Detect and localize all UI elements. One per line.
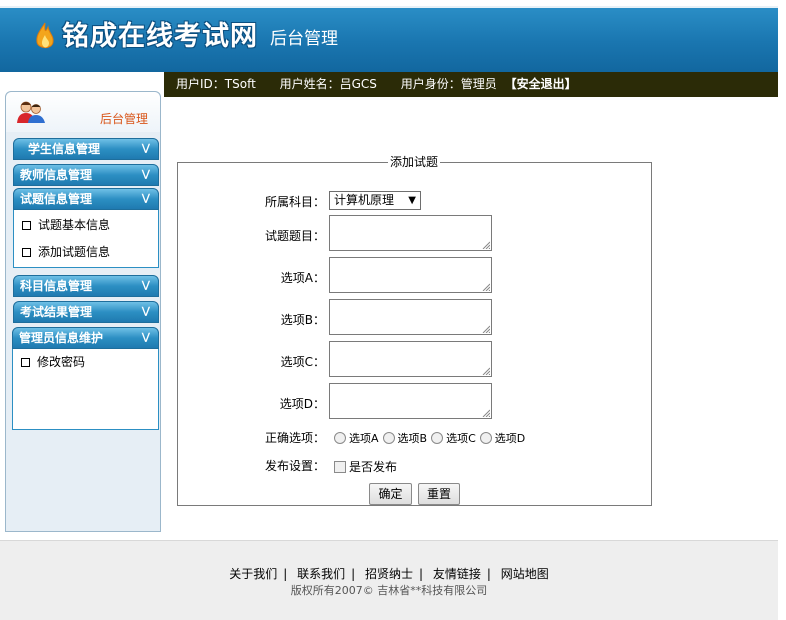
sidebar-title: 后台管理 (99, 112, 148, 126)
square-icon (22, 221, 31, 230)
menu-student: 学生信息管理 ⋁ (13, 138, 159, 160)
publish-checkbox-group: 是否发布 (334, 458, 397, 475)
question-title-textarea[interactable] (329, 215, 492, 251)
page: 铭成在线考试网 后台管理 用户ID：TSoft 用户姓名：吕GCS 用户身份：管… (0, 0, 786, 620)
menu-result: 考试结果管理 ⋁ (13, 301, 159, 323)
menu-body-admin: 修改密码 (12, 349, 159, 430)
radio-option-c[interactable] (431, 432, 444, 444)
radio-option-a[interactable] (334, 432, 346, 444)
radio-label: 选项C (446, 432, 476, 445)
menu-header-label: 管理员信息维护 (19, 331, 104, 345)
menu-header-teacher[interactable]: 教师信息管理 ⋁ (13, 164, 159, 186)
menu-item-label: 试题基本信息 (38, 218, 111, 232)
publish-checkbox-label: 是否发布 (349, 460, 398, 474)
caret-down-icon: ▼ (408, 195, 416, 206)
correct-option-label: 正确选项： (264, 431, 325, 445)
menu-body-question: 试题基本信息 添加试题信息 (13, 210, 159, 268)
radio-option-b[interactable] (382, 432, 395, 444)
footer-link-sitemap[interactable]: 网站地图 (501, 567, 549, 581)
resize-grip-icon (482, 367, 490, 375)
option-b-textarea[interactable] (329, 299, 492, 335)
subject-label: 所属科目： (264, 195, 325, 209)
menu-header-student[interactable]: 学生信息管理 ⋁ (13, 138, 159, 160)
resize-grip-icon (482, 409, 490, 417)
user-name: 用户姓名：吕GCS (279, 77, 377, 91)
chevron-down-icon: ⋁ (141, 280, 150, 291)
chevron-down-icon: ⋁ (141, 143, 150, 154)
menu-item-label: 修改密码 (37, 355, 86, 369)
chevron-down-icon: ⋁ (141, 169, 150, 180)
radio-label: 选项A (349, 432, 379, 445)
site-logo: 铭成在线考试网 后台管理 (34, 22, 338, 52)
site-subtitle: 后台管理 (270, 29, 338, 49)
option-c-label: 选项C： (280, 355, 325, 369)
sidebar-header: 后台管理 (6, 92, 160, 132)
radio-label: 选项B (397, 432, 428, 445)
footer-link-jobs[interactable]: 招贤纳士 (365, 567, 413, 581)
form-legend: 添加试题 (388, 155, 441, 169)
option-b-label: 选项B： (280, 313, 325, 327)
menu-item-question-info[interactable]: 试题基本信息 (14, 212, 158, 239)
menu-admin: 管理员信息维护 ⋁ 修改密码 (12, 327, 159, 430)
flame-icon (36, 22, 54, 49)
user-role: 用户身份：管理员 (400, 77, 497, 91)
option-c-textarea[interactable] (329, 341, 492, 377)
menu-header-subject[interactable]: 科目信息管理 ⋁ (13, 275, 159, 297)
copyright-text: 版权所有2007© 吉林省**科技有限公司 (290, 584, 488, 597)
chevron-up-icon: ⋁ (141, 332, 150, 343)
resize-grip-icon (482, 241, 490, 249)
option-d-label: 选项D： (279, 397, 325, 411)
resize-grip-icon (482, 283, 490, 291)
menu-item-add-question[interactable]: 添加试题信息 (14, 239, 158, 266)
menu-question: 试题信息管理 ⋁ 试题基本信息 添加试题信息 (13, 188, 159, 268)
menu-item-label: 添加试题信息 (38, 245, 111, 259)
user-info-bar: 用户ID：TSoft 用户姓名：吕GCS 用户身份：管理员 【安全退出】 (164, 72, 778, 97)
site-name: 铭成在线考试网 (62, 21, 258, 52)
radio-label: 选项D (494, 432, 526, 445)
menu-subject: 科目信息管理 ⋁ (13, 275, 159, 297)
chevron-up-icon: ⋁ (141, 193, 150, 204)
publish-checkbox[interactable] (334, 460, 346, 473)
reset-button[interactable]: 重置 (418, 483, 460, 505)
publish-label: 发布设置： (264, 459, 325, 473)
option-a-label: 选项A： (280, 271, 325, 285)
add-question-form: 添加试题 所属科目： 计算机原理 ▼ 试题题目： 选项A： 选项B： 选项C： … (177, 155, 652, 506)
site-footer: 关于我们 | 联系我们 | 招贤纳士 | 友情链接 | 网站地图 版权所有2007© 吉… (0, 540, 778, 620)
radio-option-d[interactable] (479, 432, 492, 444)
chevron-down-icon: ⋁ (141, 306, 150, 317)
resize-grip-icon (482, 325, 490, 333)
menu-header-admin[interactable]: 管理员信息维护 ⋁ (12, 327, 159, 349)
logout-link[interactable]: 【安全退出】 (505, 77, 577, 91)
menu-header-label: 科目信息管理 (20, 279, 93, 293)
footer-link-contact[interactable]: 联系我们 (297, 567, 345, 581)
user-id: 用户ID：TSoft (176, 77, 256, 91)
submit-button[interactable]: 确定 (369, 483, 412, 505)
correct-option-radios: 选项A 选项B 选项C 选项D (334, 430, 529, 446)
footer-link-friends[interactable]: 友情链接 (433, 567, 481, 581)
menu-header-label: 教师信息管理 (20, 168, 93, 182)
users-icon (17, 101, 45, 123)
menu-header-label: 考试结果管理 (20, 305, 93, 319)
menu-header-question[interactable]: 试题信息管理 ⋁ (13, 188, 159, 210)
site-header: 铭成在线考试网 后台管理 (0, 0, 778, 72)
square-icon (22, 248, 31, 257)
square-icon (21, 358, 30, 367)
menu-header-label: 试题信息管理 (20, 192, 93, 206)
subject-select-value: 计算机原理 (334, 193, 395, 207)
option-a-textarea[interactable] (329, 257, 492, 293)
title-label: 试题题目： (264, 229, 325, 243)
sidebar: 后台管理 学生信息管理 ⋁ 教师信息管理 ⋁ 试题信息管理 ⋁ 试题基本信息 添… (5, 91, 161, 532)
subject-select[interactable]: 计算机原理 ▼ (329, 191, 421, 210)
footer-links: 关于我们 | 联系我们 | 招贤纳士 | 友情链接 | 网站地图 (229, 567, 549, 581)
menu-item-change-password[interactable]: 修改密码 (13, 349, 158, 376)
menu-header-label: 学生信息管理 (28, 142, 101, 156)
footer-link-about[interactable]: 关于我们 (229, 567, 277, 581)
option-d-textarea[interactable] (329, 383, 492, 419)
menu-teacher: 教师信息管理 ⋁ (13, 164, 159, 186)
menu-header-result[interactable]: 考试结果管理 ⋁ (13, 301, 159, 323)
